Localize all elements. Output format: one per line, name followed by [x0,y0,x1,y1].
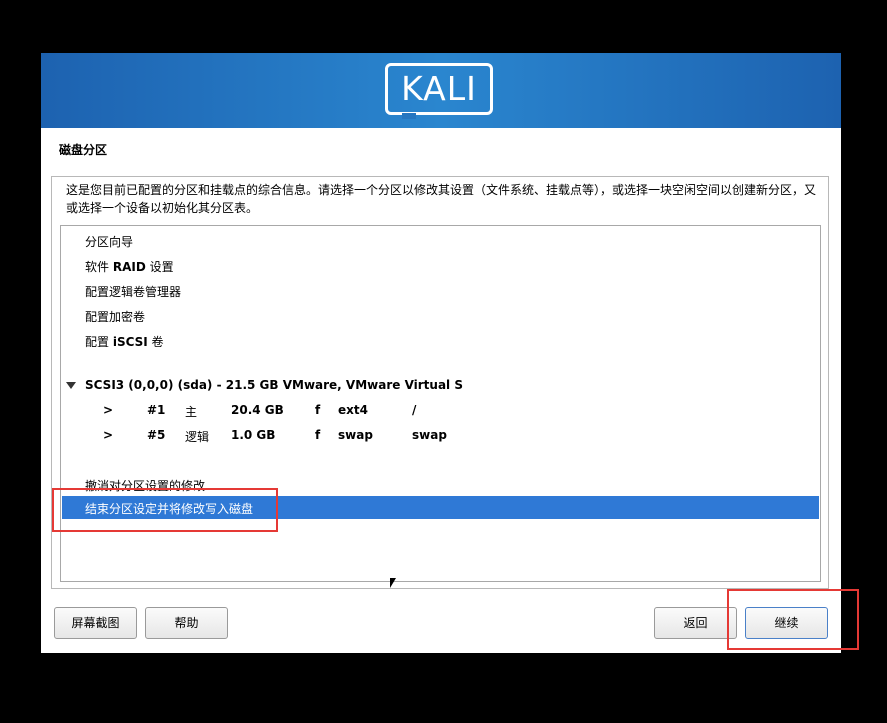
installer-window: KALI 磁盘分区 这是您目前已配置的分区和挂载点的综合信息。请选择一个分区以修… [41,53,841,653]
menu-item-label: 配置逻辑卷管理器 [85,285,182,299]
description-text: 这是您目前已配置的分区和挂载点的综合信息。请选择一个分区以修改其设置（文件系统、… [66,183,817,215]
partition-mount: swap [412,428,447,442]
partition-size: 20.4 GB [231,403,284,417]
menu-item-iscsi[interactable]: 配置 iSCSI 卷 [85,333,164,350]
menu-item-label-bold: RAID [112,260,146,274]
menu-item-label-suffix: 设置 [145,260,174,274]
menu-item-label-prefix: 软件 [85,260,113,274]
partition-type: 逻辑 [185,430,210,444]
partition-fs: swap [338,428,373,442]
partition-arrow: > [103,428,114,442]
menu-item-label-prefix: 配置 [85,335,113,349]
menu-item-encrypted-volumes[interactable]: 配置加密卷 [85,308,145,325]
partition-number: #5 [147,428,166,442]
menu-item-lvm[interactable]: 配置逻辑卷管理器 [85,283,181,300]
menu-item-label: 分区向导 [85,235,134,249]
partition-number: #1 [147,403,166,417]
partition-fs: ext4 [338,403,368,417]
menu-item-label-bold: iSCSI [112,335,148,349]
screenshot-button[interactable]: 屏幕截图 [54,607,137,639]
menu-item-label-suffix: 卷 [147,335,164,349]
partition-flag: f [315,428,321,442]
back-button[interactable]: 返回 [654,607,737,639]
disk-row[interactable]: SCSI3 (0,0,0) (sda) - 21.5 GB VMware, VM… [85,378,463,392]
page-title: 磁盘分区 [59,143,108,157]
partition-size: 1.0 GB [231,428,276,442]
partition-mount: / [412,403,417,417]
menu-item-software-raid[interactable]: 软件 RAID 设置 [85,258,174,275]
help-button[interactable]: 帮助 [145,607,228,639]
kali-logo: KALI [385,63,493,115]
menu-item-partition-wizard[interactable]: 分区向导 [85,233,133,250]
annotation-highlight-continue [727,589,859,650]
annotation-highlight-finish [52,488,278,532]
partition-type: 主 [185,405,198,419]
mouse-cursor-icon [390,578,396,588]
partition-arrow: > [103,403,114,417]
kali-logo-notch [402,113,416,119]
expand-triangle-icon[interactable] [66,382,76,389]
partition-flag: f [315,403,321,417]
menu-item-label: 配置加密卷 [85,310,146,324]
